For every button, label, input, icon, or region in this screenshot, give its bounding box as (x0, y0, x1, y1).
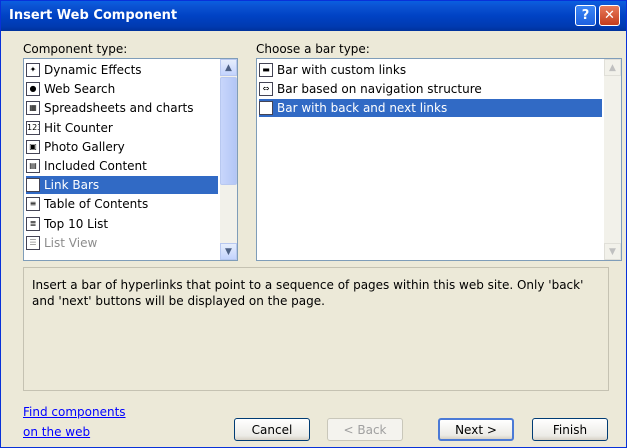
component-list-scrollbar[interactable]: ▲ ▼ (220, 59, 237, 260)
list-item[interactable]: ▬ Link Bars (26, 176, 218, 195)
list-item-label: Link Bars (44, 178, 100, 193)
list-item[interactable]: ☰ List View (26, 234, 218, 252)
scroll-thumb[interactable] (220, 77, 237, 185)
list-item[interactable]: ≡ Table of Contents (26, 195, 218, 213)
list-item[interactable]: ⇔ Bar based on navigation structure (259, 80, 602, 98)
list-item-label: Photo Gallery (44, 139, 125, 154)
component-type-list[interactable]: ✦ Dynamic Effects ● Web Search ▦ Spreadsheets… (23, 58, 238, 261)
cancel-button[interactable]: Cancel (234, 418, 310, 441)
list-item-label: Web Search (44, 82, 116, 97)
back-next-icon: ▤ (259, 101, 273, 116)
list-item[interactable]: ▦ Spreadsheets and charts (26, 99, 218, 117)
help-button[interactable]: ? (575, 5, 596, 26)
link-bars-icon: ▬ (26, 178, 40, 193)
list-item-label: Spreadsheets and charts (44, 101, 194, 116)
close-button[interactable]: ✕ (599, 5, 620, 26)
list-item[interactable]: ≣ Top 10 List (26, 215, 218, 233)
list-item-label: Bar based on navigation structure (277, 82, 482, 97)
next-button[interactable]: Next > (438, 418, 514, 441)
scroll-down-button: ▼ (604, 243, 621, 260)
dialog-title: Insert Web Component (9, 8, 178, 23)
bar-list-scrollbar: ▲ ▼ (604, 59, 621, 260)
insert-web-component-dialog: Insert Web Component ? ✕ Component type:… (0, 0, 627, 448)
spreadsheets-icon: ▦ (26, 101, 40, 116)
list-item-label: Bar with custom links (277, 63, 407, 77)
component-type-label: Component type: (23, 42, 128, 56)
list-item[interactable]: ▣ Photo Gallery (26, 138, 218, 156)
component-description: Insert a bar of hyperlinks that point to… (23, 267, 609, 391)
bar-type-label: Choose a bar type: (256, 42, 370, 56)
included-content-icon: ▤ (26, 159, 40, 173)
list-item-label: Dynamic Effects (44, 63, 142, 77)
list-item-label: List View (44, 235, 98, 250)
list-item[interactable]: ✦ Dynamic Effects (26, 61, 218, 79)
find-components-link-line2[interactable]: on the web (23, 425, 90, 439)
list-item[interactable]: ▤ Included Content (26, 157, 218, 175)
custom-links-icon: ▬ (259, 63, 273, 77)
list-view-icon: ☰ (26, 235, 40, 250)
dynamic-effects-icon: ✦ (26, 63, 40, 77)
list-item[interactable]: ● Web Search (26, 80, 218, 98)
list-item-label: Table of Contents (44, 197, 149, 212)
bar-type-list[interactable]: ▬ Bar with custom links ⇔ Bar based on navi… (256, 58, 622, 261)
title-bar[interactable]: Insert Web Component ? ✕ (1, 1, 626, 31)
list-item-label: Top 10 List (44, 216, 109, 231)
list-item[interactable]: 123 Hit Counter (26, 119, 218, 137)
finish-button[interactable]: Finish (532, 418, 608, 441)
find-components-link[interactable]: Find components (23, 405, 126, 419)
hit-counter-icon: 123 (26, 120, 40, 135)
web-search-icon: ● (26, 82, 40, 97)
list-item[interactable]: ▬ Bar with custom links (259, 61, 602, 79)
navigation-arrows-icon: ⇔ (259, 82, 273, 97)
list-item-label: Bar with back and next links (277, 101, 448, 116)
list-item-label: Included Content (44, 159, 147, 173)
list-item[interactable]: ▤ Bar with back and next links (259, 99, 602, 118)
back-button: < Back (327, 418, 403, 441)
list-item-label: Hit Counter (44, 120, 113, 135)
scroll-up-button[interactable]: ▲ (220, 59, 237, 76)
scroll-down-button[interactable]: ▼ (220, 243, 237, 260)
photo-gallery-icon: ▣ (26, 139, 40, 154)
top-10-list-icon: ≣ (26, 216, 40, 231)
scroll-up-button: ▲ (604, 59, 621, 76)
table-of-contents-icon: ≡ (26, 197, 40, 212)
